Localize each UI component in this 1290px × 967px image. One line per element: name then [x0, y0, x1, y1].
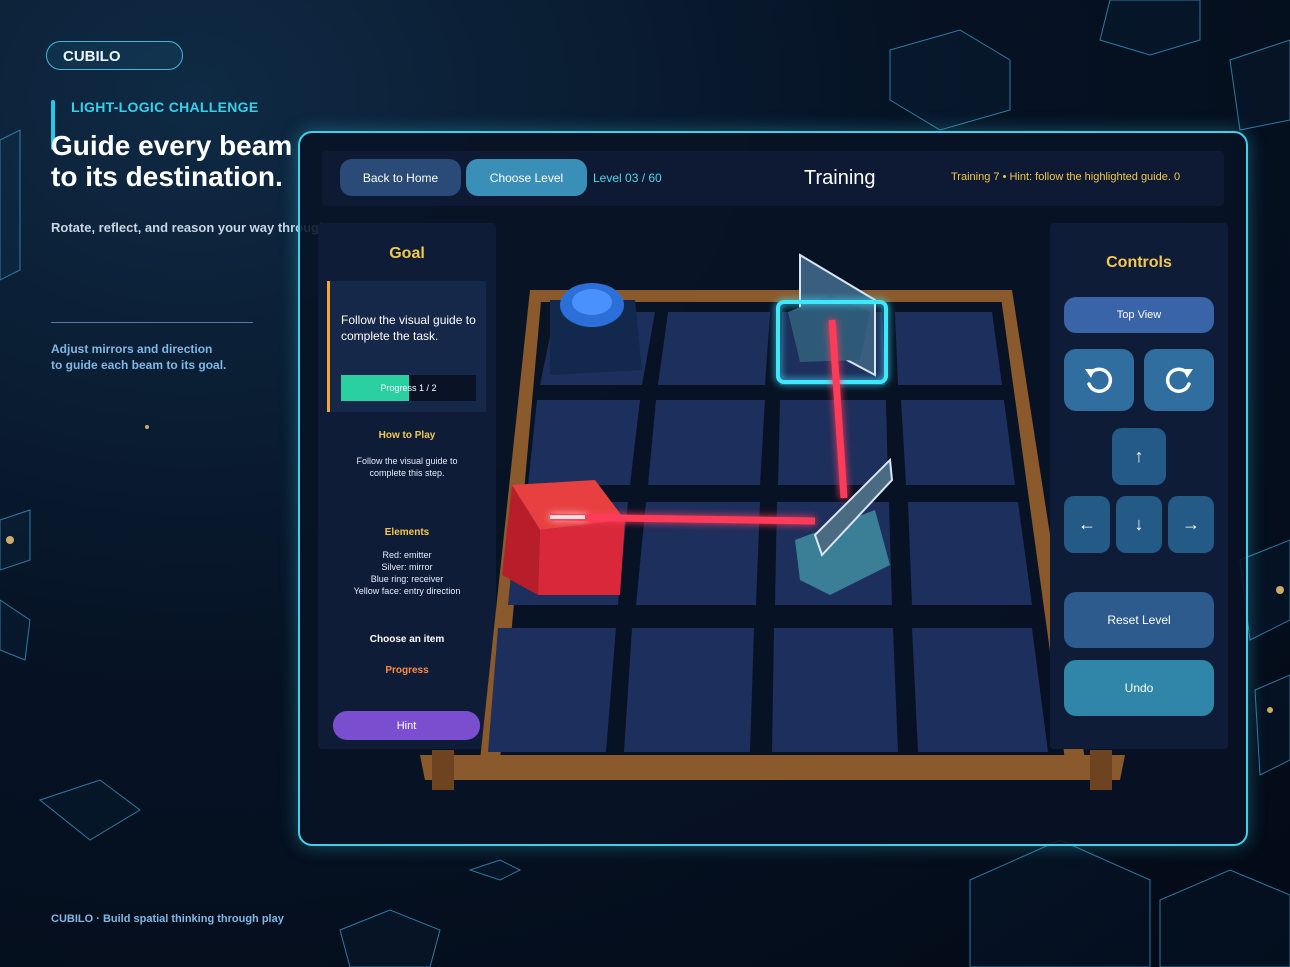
emitter-piece	[502, 480, 625, 595]
rotate-ccw-button[interactable]	[1064, 349, 1134, 411]
footer-tagline: CUBILO · Build spatial thinking through …	[51, 913, 284, 925]
note-line-1: Adjust mirrors and direction	[51, 342, 213, 356]
hint-status: Training 7 • Hint: follow the highlighte…	[951, 171, 1181, 183]
controls-title: Controls	[1106, 254, 1172, 271]
game-board	[420, 253, 1125, 790]
back-home-button[interactable]: Back to Home	[340, 159, 461, 196]
note-line-2: to guide each beam to its goal.	[51, 358, 227, 372]
intro-divider	[51, 322, 253, 323]
intro-note: Adjust mirrors and direction to guide ea…	[51, 341, 271, 373]
rotate-cw-button[interactable]	[1144, 349, 1214, 411]
mode-title: Training	[804, 167, 876, 189]
brand-pill: CUBILO	[46, 41, 183, 70]
undo-button[interactable]: Undo	[1064, 660, 1214, 716]
move-right-button[interactable]: →	[1168, 496, 1214, 553]
brand-name: CUBILO	[63, 48, 121, 65]
move-down-button[interactable]: ↓	[1116, 496, 1162, 553]
top-view-button[interactable]: Top View	[1064, 297, 1214, 333]
reset-level-button[interactable]: Reset Level	[1064, 592, 1214, 648]
choose-level-button[interactable]: Choose Level	[466, 159, 587, 196]
rotate-cw-icon	[1165, 367, 1193, 393]
rotate-ccw-icon	[1085, 367, 1113, 393]
intro-kicker: LIGHT-LOGIC CHALLENGE	[71, 99, 259, 115]
level-indicator: Level 03 / 60	[593, 171, 662, 185]
move-up-button[interactable]: ↑	[1112, 428, 1166, 485]
move-left-button[interactable]: ←	[1064, 496, 1110, 553]
